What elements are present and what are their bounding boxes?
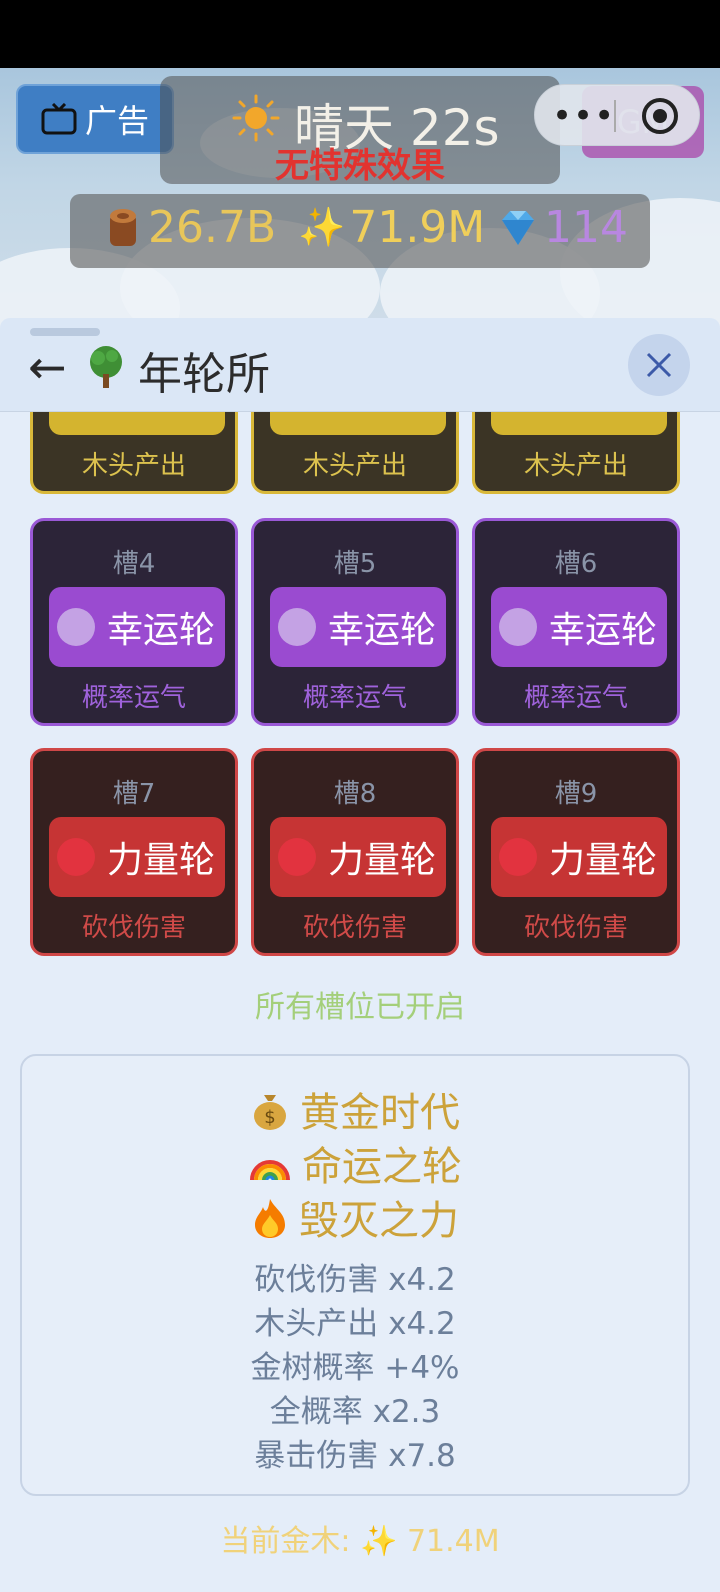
close-miniprogram-icon[interactable] [640,96,680,136]
sparkles-icon: ✨ [360,1524,398,1559]
slot-wheel: 力量轮 [49,817,225,897]
slot-wheel: 幸运轮 [49,587,225,667]
ad-button-label: 广告 [84,102,149,140]
slot-4[interactable]: 槽4 幸运轮 概率运气 [30,518,238,726]
rainbow-icon [248,1146,292,1192]
gem-resource: 114 [496,202,628,253]
slot-effect: 概率运气 [81,683,186,713]
slot-6[interactable]: 槽6 幸运轮 概率运气 [472,518,680,726]
all-slots-open-text: 所有槽位已开启 [255,990,465,1025]
panel-header: ← 年轮所 [0,318,720,412]
slot-label: 槽4 [112,549,156,579]
wheel-dot-icon [57,838,95,876]
slot-wheel [491,412,667,435]
slot-1[interactable]: 木头产出 [30,412,238,494]
slot-wheel [49,412,225,435]
tree-icon [90,346,122,388]
log-icon [110,208,136,246]
set-bonus-gold-age: $ 黄金时代 [22,1080,688,1141]
wheel-dot-icon [499,608,537,646]
current-gold-label: 当前金木: [220,1524,351,1559]
wheel-dot-icon [278,608,316,646]
slot-wheel [270,412,446,435]
slot-7[interactable]: 槽7 力量轮 砍伐伤害 [30,748,238,956]
slot-9[interactable]: 槽9 力量轮 砍伐伤害 [472,748,680,956]
slot-label: 槽7 [112,779,156,809]
slot-effect: 砍伐伤害 [523,913,628,943]
wood-resource: 26.7B [104,202,276,253]
stat-all-chance: 全概率 x2.3 [269,1394,441,1430]
current-gold-value: 71.4M [406,1524,500,1559]
current-gold-wood: 当前金木: ✨ 71.4M [0,1516,720,1560]
slot-8[interactable]: 槽8 力量轮 砍伐伤害 [251,748,459,956]
close-button[interactable] [628,334,690,396]
svg-text:$: $ [264,1107,275,1128]
capsule-divider [614,100,616,132]
set-bonus-power-of-destruction: 毁灭之力 [22,1188,688,1249]
slot-wheel: 力量轮 [270,817,446,897]
wheel-dot-icon [57,608,95,646]
slot-effect: 木头产出 [81,451,186,481]
ad-button[interactable]: 广告 [16,84,174,154]
tv-icon [41,103,77,135]
stat-golden-tree-chance: 金树概率 +4% [250,1350,460,1386]
back-arrow-icon[interactable]: ← [28,340,67,394]
stat-wood-output: 木头产出 x4.2 [254,1306,456,1342]
slot-wheel: 力量轮 [491,817,667,897]
gem-icon [502,210,534,245]
panel-content: 木头产出 木头产出 木头产出 槽4 幸运轮 概率运气 槽5 幸运轮 概率运气 槽… [0,412,720,1592]
weather-effect: 无特殊效果 [275,146,445,186]
slot-effect: 砍伐伤害 [81,913,186,943]
slot-effect: 木头产出 [523,451,628,481]
stat-crit-damage: 暴击伤害 x7.8 [254,1438,456,1474]
gold-wood-resource: ✨ 71.9M [298,202,485,253]
close-icon [646,352,672,378]
status-bar [0,0,720,68]
resource-bar: 26.7B ✨ 71.9M 114 [70,194,650,268]
weather-panel: 晴天 22s 无特殊效果 [160,76,560,186]
more-icon[interactable]: ••• [552,96,615,136]
panel-title: 年轮所 [138,349,270,400]
wheel-dot-icon [499,838,537,876]
slot-wheel: 幸运轮 [270,587,446,667]
sparkles-icon: ✨ [298,205,346,249]
bonus-summary-card: $ 黄金时代 命运之轮 毁灭之力 砍伐伤害 x4.2 木头产出 x4.2 金树概… [20,1054,690,1496]
slot-label: 槽5 [333,549,377,579]
slot-2[interactable]: 木头产出 [251,412,459,494]
wheel-dot-icon [278,838,316,876]
slot-effect: 砍伐伤害 [302,913,407,943]
gold-wood-amount: 71.9M [349,202,486,253]
stat-chop-damage: 砍伐伤害 x4.2 [254,1262,456,1298]
slot-3[interactable]: 木头产出 [472,412,680,494]
slot-effect: 概率运气 [523,683,628,713]
slot-5[interactable]: 槽5 幸运轮 概率运气 [251,518,459,726]
slot-label: 槽9 [554,779,598,809]
slot-effect: 木头产出 [302,451,407,481]
slot-effect: 概率运气 [302,683,407,713]
slot-label: 槽6 [554,549,598,579]
gem-amount: 114 [544,202,628,253]
drag-handle[interactable] [30,328,100,336]
sun-icon [232,94,280,142]
slot-label: 槽8 [333,779,377,809]
set-bonus-wheel-of-fate: 命运之轮 [22,1134,688,1192]
wood-amount: 26.7B [148,202,277,253]
slot-wheel: 幸运轮 [491,587,667,667]
fire-icon [251,1197,289,1249]
